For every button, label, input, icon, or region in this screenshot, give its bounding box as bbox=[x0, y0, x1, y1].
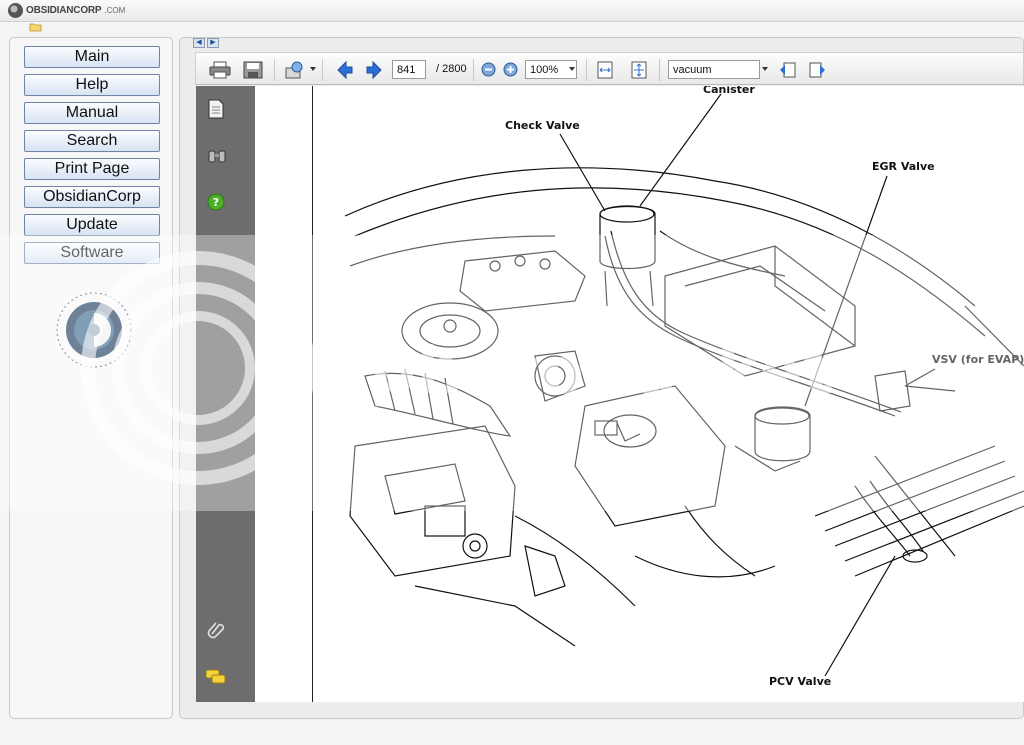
vsv-label: VSV (for EVAP) bbox=[932, 353, 1024, 366]
find-dropdown-icon[interactable] bbox=[310, 67, 316, 71]
main-button[interactable]: Main bbox=[24, 46, 160, 68]
nav-panel: Main Help Manual Search Print Page Obsid… bbox=[9, 37, 173, 719]
pdf-toolbar: / 2800 bbox=[195, 52, 1024, 85]
page-number-input[interactable] bbox=[392, 60, 426, 79]
tab-strip: ◀ ▶ bbox=[193, 38, 219, 49]
print-icon[interactable] bbox=[209, 61, 231, 79]
egr-valve-label: EGR Valve bbox=[872, 160, 935, 173]
help-icon[interactable]: ? bbox=[207, 193, 225, 211]
search-previous-icon[interactable] bbox=[779, 61, 797, 79]
zoom-in-icon[interactable] bbox=[503, 62, 518, 77]
save-icon[interactable] bbox=[243, 61, 263, 79]
obsidiancorp-logo-icon bbox=[56, 292, 132, 368]
search-input[interactable] bbox=[668, 60, 760, 79]
obsidiancorp-button[interactable]: ObsidianCorp bbox=[24, 186, 160, 208]
toolbar-separator bbox=[473, 59, 474, 81]
paperclip-icon[interactable] bbox=[206, 620, 226, 640]
check-valve-label: Check Valve bbox=[505, 119, 580, 132]
zoom-out-icon[interactable] bbox=[481, 62, 496, 77]
page-total: / 2800 bbox=[436, 63, 467, 75]
toolbar-separator bbox=[274, 59, 275, 81]
pages-icon[interactable] bbox=[208, 99, 224, 119]
brand-domain: .COM bbox=[104, 6, 126, 15]
manual-button[interactable]: Manual bbox=[24, 102, 160, 124]
engine-vacuum-diagram bbox=[344, 93, 1024, 677]
canister-label: Canister bbox=[703, 86, 755, 96]
search-next-icon[interactable] bbox=[808, 61, 826, 79]
folder-icon[interactable] bbox=[29, 22, 43, 32]
arrow-left-icon[interactable] bbox=[336, 61, 354, 79]
search-button[interactable]: Search bbox=[24, 130, 160, 152]
fit-width-icon[interactable] bbox=[597, 61, 613, 79]
binoculars-icon[interactable] bbox=[207, 148, 227, 164]
arrow-right-icon[interactable] bbox=[365, 61, 383, 79]
pcv-valve-label: PCV Valve bbox=[769, 675, 832, 688]
svg-text:?: ? bbox=[213, 196, 219, 209]
software-button[interactable]: Software bbox=[24, 242, 160, 264]
brand: OBSIDIANCORP .COM bbox=[8, 3, 125, 18]
fit-page-icon[interactable] bbox=[631, 61, 647, 79]
help-button[interactable]: Help bbox=[24, 74, 160, 96]
toolbar-separator bbox=[586, 59, 587, 81]
toolbar-separator bbox=[659, 59, 660, 81]
brand-logo-icon bbox=[8, 3, 23, 18]
title-bar: OBSIDIANCORP .COM bbox=[0, 0, 1024, 22]
document-sidebar: ? bbox=[196, 86, 255, 702]
print-page-button[interactable]: Print Page bbox=[24, 158, 160, 180]
toolbar-separator bbox=[322, 59, 323, 81]
zoom-dropdown-icon[interactable] bbox=[569, 67, 575, 71]
document-page: Canister Check Valve EGR Valve VSV (for … bbox=[255, 86, 1024, 702]
tab-scroll-right-icon[interactable]: ▶ bbox=[207, 38, 219, 48]
update-button[interactable]: Update bbox=[24, 214, 160, 236]
find-icon[interactable] bbox=[284, 61, 306, 79]
brand-name: OBSIDIANCORP bbox=[26, 5, 102, 16]
tab-scroll-left-icon[interactable]: ◀ bbox=[193, 38, 205, 48]
comments-icon[interactable] bbox=[205, 669, 227, 685]
search-dropdown-icon[interactable] bbox=[762, 67, 768, 71]
